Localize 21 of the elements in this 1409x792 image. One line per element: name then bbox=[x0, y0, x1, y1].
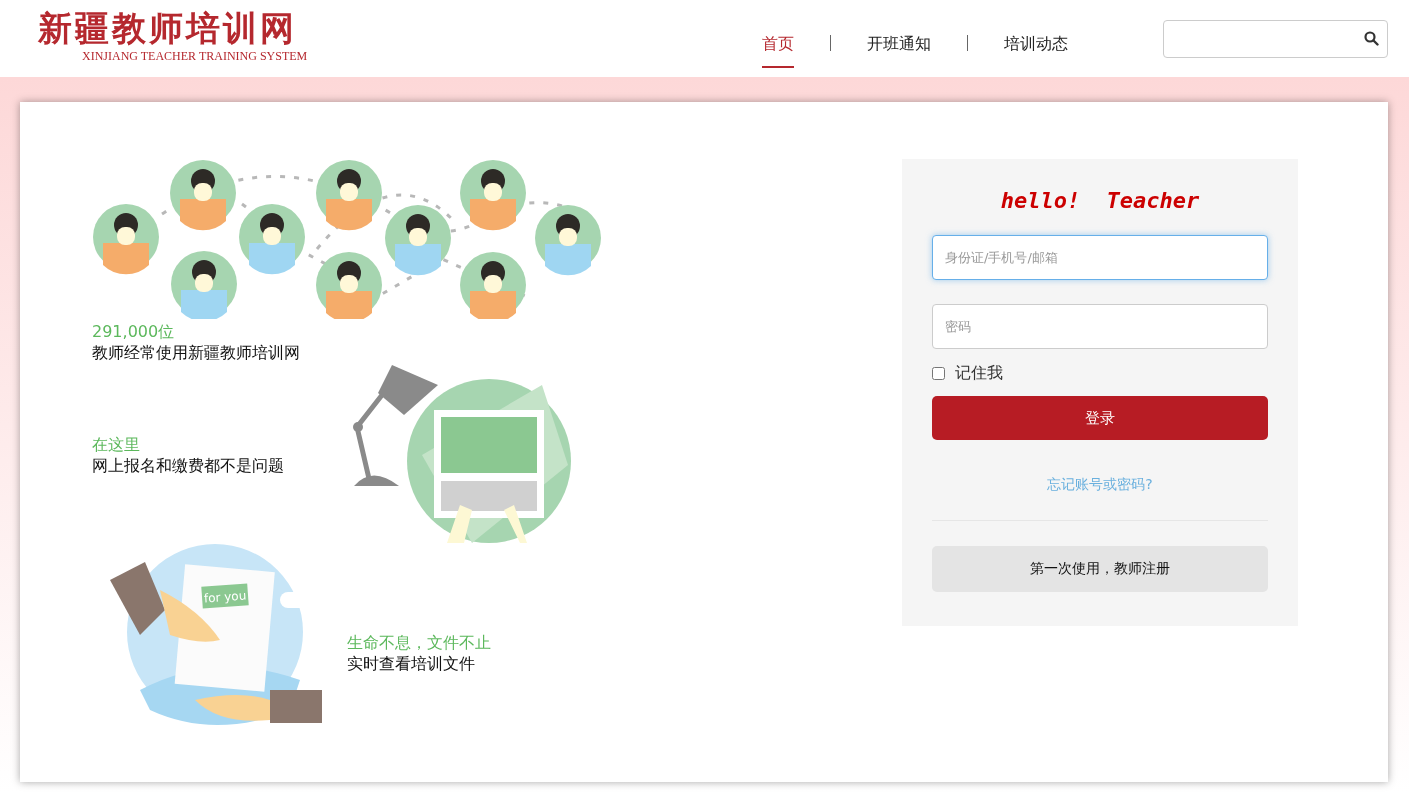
password-input[interactable]: 密码 bbox=[932, 304, 1268, 349]
account-input[interactable]: 身份证/手机号/邮箱 bbox=[932, 235, 1268, 280]
site-logo-subtitle: XINJIANG TEACHER TRAINING SYSTEM bbox=[82, 48, 308, 63]
site-logo-title: 新疆教师培训网 bbox=[38, 6, 297, 49]
search-field[interactable] bbox=[1163, 19, 1388, 58]
remember-checkbox[interactable] bbox=[932, 367, 945, 380]
nav-link[interactable]: 首页 bbox=[762, 19, 794, 68]
remember-label: 记住我 bbox=[955, 363, 1003, 384]
feature-text: 实时查看培训文件 bbox=[347, 652, 476, 674]
greeting-title: hello! Teacher bbox=[999, 187, 1201, 215]
nav-link[interactable]: 培训动态 bbox=[1004, 19, 1068, 68]
feature-text: 网上报名和缴费都不是问题 bbox=[92, 455, 284, 476]
badge-text: for you bbox=[203, 588, 247, 606]
feature-highlight: 291,000位 bbox=[92, 321, 176, 342]
search-icon[interactable] bbox=[1364, 31, 1379, 46]
feature-highlight: 生命不息，文件不止 bbox=[347, 631, 491, 653]
register-button[interactable]: 第一次使用，教师注册 bbox=[932, 546, 1268, 592]
login-button[interactable]: 登录 bbox=[932, 396, 1268, 440]
nav-link[interactable]: 开班通知 bbox=[867, 19, 931, 68]
feature-highlight: 在这里 bbox=[92, 434, 141, 455]
feature-text: 教师经常使用新疆教师培训网 bbox=[92, 342, 301, 363]
